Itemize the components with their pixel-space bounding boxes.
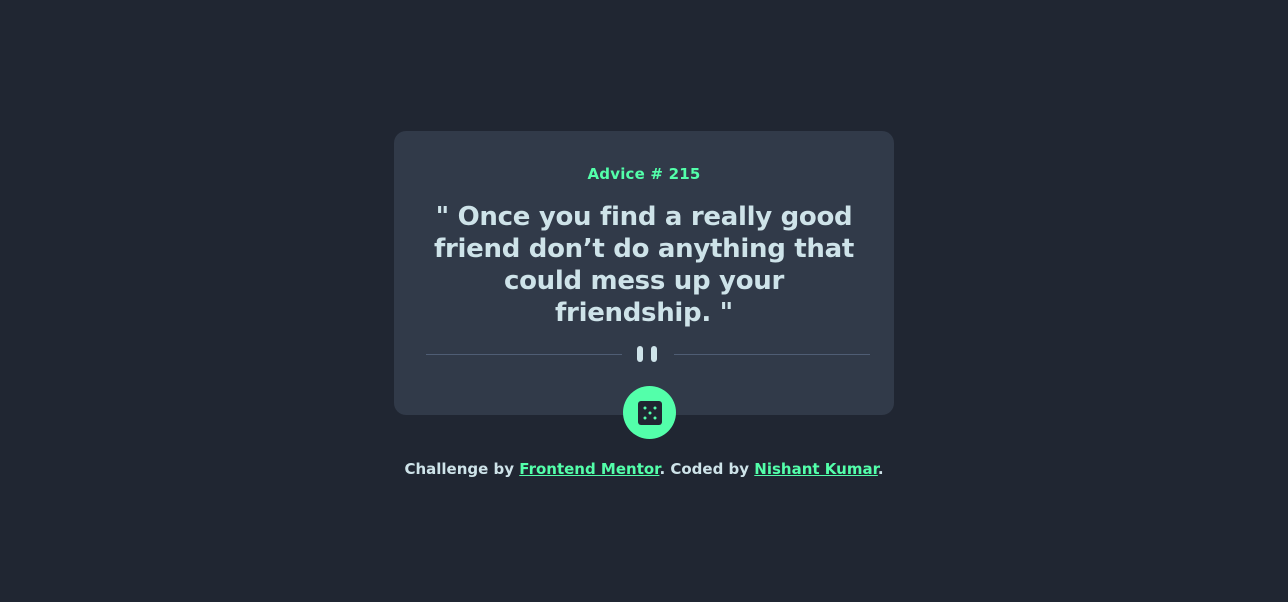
pause-icon xyxy=(637,346,659,362)
advice-number: Advice # 215 xyxy=(587,165,701,183)
attribution-suffix: . xyxy=(877,460,884,478)
frontend-mentor-link[interactable]: Frontend Mentor xyxy=(519,460,659,478)
advice-quote: " Once you find a really good friend don… xyxy=(434,202,854,328)
generate-advice-button[interactable] xyxy=(623,386,676,439)
divider-line-left xyxy=(426,354,622,355)
advice-card: Advice # 215 " Once you find a really go… xyxy=(394,131,894,415)
dice-icon xyxy=(637,400,662,425)
attribution-prefix: Challenge by xyxy=(404,460,520,478)
divider-line-right xyxy=(674,354,870,355)
attribution-middle: . Coded by xyxy=(659,460,755,478)
author-link[interactable]: Nishant Kumar xyxy=(754,460,878,478)
attribution: Challenge by Frontend Mentor. Coded by N… xyxy=(0,460,1288,478)
divider xyxy=(426,344,870,364)
